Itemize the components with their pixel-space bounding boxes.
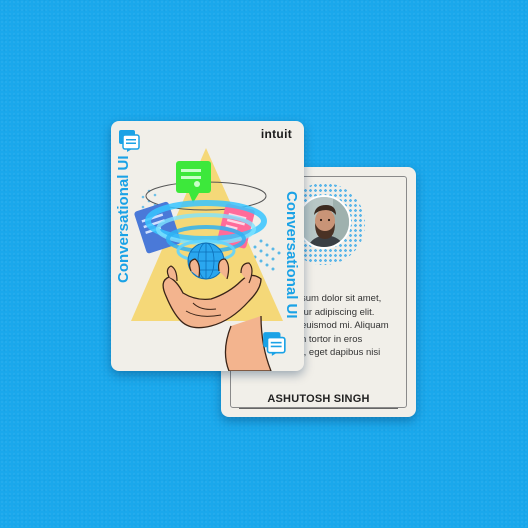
bio-line: t, eget dapibus nisi xyxy=(301,347,381,358)
bio-line: n tortor in eros xyxy=(301,333,363,345)
divider xyxy=(239,408,398,409)
bio-line: tur adipiscing elit. xyxy=(301,306,375,318)
vertical-title-right: Conversational UI xyxy=(283,191,300,319)
bio-text: sum dolor sit amet, tur adipiscing elit.… xyxy=(301,292,413,360)
chat-bubble-icon xyxy=(119,130,140,152)
bio-line: sum dolor sit amet, xyxy=(301,293,382,304)
vertical-title-left: Conversational UI xyxy=(115,155,132,283)
avatar xyxy=(297,195,351,249)
chat-bubble-icon xyxy=(263,332,286,356)
brand-logo: intuit xyxy=(260,127,292,141)
person-name: ASHUTOSH SINGH xyxy=(267,393,370,405)
bio-line: euismod mi. Aliquam xyxy=(301,320,389,331)
avatar-container xyxy=(283,183,365,265)
conversational-ui-card-front: intuit Conversational UI Conversational … xyxy=(111,121,304,371)
